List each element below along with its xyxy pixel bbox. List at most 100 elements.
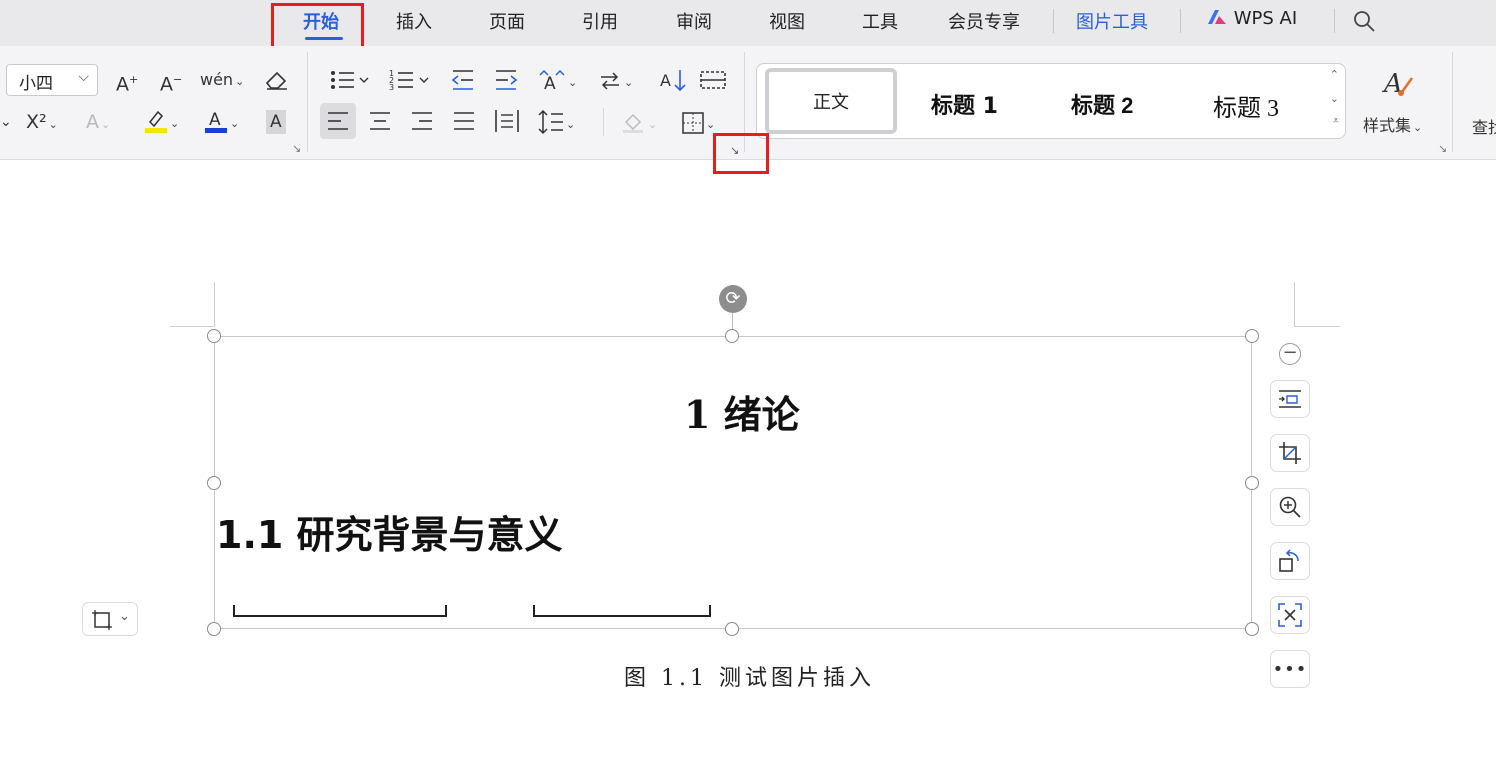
tab-wps-ai[interactable]: WPS AI	[1206, 8, 1297, 29]
scan-text-icon	[1278, 603, 1302, 627]
text-wrap-icon	[1279, 390, 1301, 408]
bullet-list-icon[interactable]	[330, 68, 370, 92]
tab-home[interactable]: 开始	[303, 8, 339, 34]
show-hide-marks-icon[interactable]	[700, 68, 726, 92]
text-sort-direction-button[interactable]: ⌄	[598, 68, 633, 95]
superscript-button[interactable]: X² ⌄	[26, 110, 58, 137]
page-corner-mark	[214, 282, 215, 327]
svg-text:A: A	[209, 110, 221, 130]
style-heading-2[interactable]: 标题 2	[1071, 88, 1133, 120]
tab-member[interactable]: 会员专享	[948, 8, 1020, 34]
decrease-font-size-button[interactable]: A−	[160, 68, 182, 96]
search-icon[interactable]	[1352, 9, 1376, 33]
wps-ai-logo-icon	[1208, 10, 1226, 24]
text-effect-button[interactable]: A ⌄	[86, 110, 110, 137]
tab-separator	[1180, 9, 1181, 33]
align-left-icon[interactable]	[327, 111, 349, 131]
highlight-color-button[interactable]: ⌄	[144, 108, 179, 136]
rotate-picture-icon	[1279, 549, 1299, 572]
paragraph-dialog-launcher-icon[interactable]: ↘	[730, 144, 739, 157]
phonetic-guide-button[interactable]: wén ⌄	[200, 68, 244, 94]
swap-arrows-icon	[601, 71, 619, 90]
text-direction-button[interactable]: A ⌄	[538, 68, 577, 95]
gallery-scroll-down-icon[interactable]: ⌄	[1330, 92, 1339, 105]
rotate-button[interactable]	[1270, 542, 1310, 580]
character-shading-button[interactable]: A	[266, 110, 286, 134]
figure-caption: 图 1.1 测试图片插入	[624, 666, 875, 691]
tab-picture-tools[interactable]: 图片工具	[1076, 8, 1148, 34]
highlighter-icon	[145, 110, 167, 133]
zoom-in-button[interactable]	[1270, 488, 1310, 526]
font-color-icon: A	[205, 110, 227, 133]
find-button[interactable]: 查找	[1472, 114, 1496, 138]
group-separator	[1452, 52, 1453, 152]
style-heading-3[interactable]: 标题 3	[1213, 88, 1279, 123]
collapse-toolbar-minus-icon[interactable]: −	[1279, 343, 1301, 365]
resize-handle-bottom-left[interactable]	[207, 622, 221, 636]
justify-icon[interactable]	[453, 111, 475, 131]
chapter-heading: 1 绪论	[684, 392, 800, 437]
shading-fill-button[interactable]: ⌄	[622, 110, 657, 137]
wrap-text-icon	[92, 610, 112, 630]
align-center-icon[interactable]	[369, 111, 391, 131]
resize-handle-top-left[interactable]	[207, 329, 221, 343]
layout-options-button[interactable]: ⌄	[82, 602, 138, 636]
more-dots-icon: •••	[1272, 658, 1308, 680]
inline-separator	[603, 108, 604, 136]
increase-indent-icon[interactable]	[494, 68, 518, 92]
font-dialog-launcher-icon[interactable]: ↘	[292, 142, 301, 155]
tab-view[interactable]: 视图	[769, 8, 805, 34]
gallery-scroll-up-icon[interactable]: ⌃	[1330, 68, 1339, 81]
ribbon-tab-bar: 开始 插入 页面 引用 审阅 视图 工具 会员专享 图片工具 WPS AI	[0, 0, 1496, 46]
more-options-button[interactable]: •••	[1270, 650, 1310, 688]
increase-font-size-button[interactable]: A+	[116, 68, 138, 96]
resize-handle-left[interactable]	[207, 476, 221, 490]
wrap-text-button[interactable]	[1270, 380, 1310, 418]
font-color-button[interactable]: A ⌄	[204, 108, 239, 136]
tab-separator	[1334, 9, 1335, 33]
gallery-expand-icon[interactable]: ⩡	[1333, 114, 1339, 128]
extract-text-button[interactable]	[1270, 596, 1310, 634]
crop-button[interactable]	[1270, 434, 1310, 472]
resize-handle-top[interactable]	[725, 329, 739, 343]
resize-handle-right[interactable]	[1245, 476, 1259, 490]
border-grid-icon	[682, 111, 704, 134]
styles-dialog-launcher-icon[interactable]: ↘	[1438, 142, 1447, 155]
tab-page[interactable]: 页面	[489, 8, 525, 34]
tab-insert[interactable]: 插入	[396, 8, 432, 34]
page-corner-mark	[1294, 282, 1295, 327]
line-spacing-button[interactable]: ⌄	[538, 109, 575, 137]
tab-references[interactable]: 引用	[582, 8, 618, 34]
style-heading-1[interactable]: 标题 1	[931, 88, 998, 120]
style-set-button[interactable]: 样式集 ⌄	[1363, 114, 1422, 140]
align-right-icon[interactable]	[411, 111, 433, 131]
text-direction-icon: A	[539, 69, 565, 94]
section-heading: 1.1 研究背景与意义	[216, 513, 563, 557]
sort-icon[interactable]: A	[660, 68, 686, 92]
page-corner-mark	[170, 326, 215, 327]
styles-gallery: 正文 标题 1 标题 2 标题 3 ⌃ ⌄ ⩡	[756, 63, 1346, 139]
decrease-indent-icon[interactable]	[451, 68, 475, 92]
chevron-down-icon: ⌄	[119, 609, 130, 624]
resize-handle-bottom-right[interactable]	[1245, 622, 1259, 636]
chevron-down-icon: ⌵	[78, 69, 89, 85]
style-set-label: 样式集	[1363, 116, 1412, 135]
crop-icon	[1279, 442, 1301, 464]
ribbon-toolbar: 小四 ⌵ A+ A− wén ⌄ ⌄ X² ⌄ A ⌄ ⌄ A ⌄ A ↘ 123	[0, 46, 1496, 160]
clear-format-eraser-icon[interactable]	[263, 68, 289, 92]
resize-handle-bottom[interactable]	[725, 622, 739, 636]
borders-button[interactable]: ⌄	[682, 110, 715, 137]
tab-review[interactable]: 审阅	[676, 8, 712, 34]
font-size-value: 小四	[19, 74, 53, 94]
numbered-list-icon[interactable]: 123	[389, 68, 431, 92]
svg-text:A: A	[660, 71, 671, 90]
font-size-select[interactable]: 小四 ⌵	[6, 64, 98, 96]
underline-dropdown-chevron-icon[interactable]: ⌄	[0, 110, 12, 134]
resize-handle-top-right[interactable]	[1245, 329, 1259, 343]
style-normal[interactable]: 正文	[765, 68, 897, 134]
rotate-handle-icon[interactable]: ⟳	[719, 285, 747, 313]
style-set-brush-icon[interactable]: A	[1382, 66, 1416, 98]
selected-picture-frame[interactable]	[214, 336, 1252, 629]
distribute-icon[interactable]	[495, 109, 519, 133]
tab-tools[interactable]: 工具	[862, 8, 898, 34]
